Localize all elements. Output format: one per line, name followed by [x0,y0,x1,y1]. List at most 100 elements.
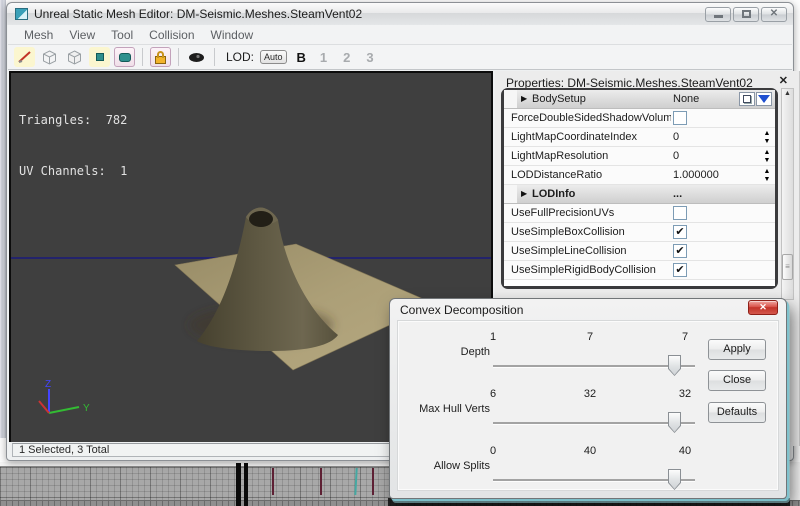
maxhull-label: Max Hull Verts [402,403,490,415]
dialog-close-button[interactable]: ✕ [748,300,778,315]
properties-scrollbar[interactable]: ▲ ≡ [781,88,794,300]
spinner-up-icon[interactable]: ▲ [764,149,771,157]
lock-icon [155,56,166,64]
depth-slider-thumb[interactable] [668,355,681,376]
number-spinner[interactable]: ▲▼ [761,148,773,165]
camera-lock-button[interactable] [150,47,171,67]
show-uv-overlay-button[interactable] [186,47,207,67]
maxhull-min-label: 6 [478,388,508,400]
spinner-down-icon[interactable]: ▼ [764,138,771,146]
property-row-forcedoublesided[interactable]: ForceDoubleSidedShadowVolume [504,109,775,128]
depth-value-label: 7 [670,331,700,343]
property-row-usefullprecisionuvs[interactable]: UseFullPrecisionUVs [504,204,775,223]
eye-icon [188,52,205,63]
show-convex-hull-button[interactable] [114,47,135,67]
property-grid: ▶ BodySetup None ForceDoubleSidedShadowV… [501,88,778,289]
property-row-usesimpleboxcollision[interactable]: UseSimpleBoxCollision ✔ [504,223,775,242]
toolbar-separator [178,48,179,66]
depth-slider-track[interactable] [493,365,695,367]
lod-1-button[interactable]: 1 [320,50,327,65]
close-button[interactable]: ✕ [761,7,787,22]
viewport-stats: Triangles: 782 UV Channels: 1 [19,78,127,214]
toolbar: LOD: Auto B 1 2 3 [8,45,792,70]
properties-close-icon[interactable]: ✕ [779,74,788,87]
allowsplits-slider-track[interactable] [493,479,695,481]
lod-3-button[interactable]: 3 [366,50,373,65]
property-row-loddistanceratio[interactable]: LODDistanceRatio 1.000000 ▲▼ [504,166,775,185]
checkbox[interactable] [673,111,687,125]
number-spinner[interactable]: ▲▼ [761,129,773,146]
number-spinner[interactable]: ▲▼ [761,167,773,184]
menubar: Mesh View Tool Collision Window [8,25,792,45]
defaults-button[interactable]: Defaults [708,402,766,423]
depth-mid-label: 7 [575,331,605,343]
expand-arrow-icon[interactable]: ▶ [521,189,527,198]
dialog-title: Convex Decomposition [400,303,523,317]
maxhull-slider-thumb[interactable] [668,412,681,433]
curve-line-red [272,468,274,495]
property-row-usesimplelinecollision[interactable]: UseSimpleLineCollision ✔ [504,242,775,261]
checkbox[interactable] [673,206,687,220]
maxhull-slider-track[interactable] [493,422,695,424]
spinner-down-icon[interactable]: ▼ [764,157,771,165]
background-panel-corner [786,462,800,500]
allowsplits-label: Allow Splits [402,460,490,472]
spinner-up-icon[interactable]: ▲ [764,168,771,176]
checkbox[interactable]: ✔ [673,244,687,258]
apply-button[interactable]: Apply [708,339,766,360]
dialog-content: 1 7 7 Depth 6 32 32 Max Hull Verts 0 40 … [397,320,779,491]
lod-auto-button[interactable]: Auto [260,50,287,64]
spinner-down-icon[interactable]: ▼ [764,176,771,184]
crater-opening [249,211,273,227]
menu-window[interactable]: Window [211,28,254,42]
property-row-bodysetup[interactable]: ▶ BodySetup None [504,90,775,109]
show-collision-button[interactable] [89,47,110,67]
depth-min-label: 1 [478,331,508,343]
menu-tool[interactable]: Tool [111,28,133,42]
convex-decomposition-dialog[interactable]: Convex Decomposition ✕ 1 7 7 Depth 6 32 … [389,298,787,499]
window-controls: ✕ [705,7,787,22]
class-dropdown-button[interactable] [756,92,772,106]
maxhull-mid-label: 32 [575,388,605,400]
property-row-lightmapresolution[interactable]: LightMapResolution 0 ▲▼ [504,147,775,166]
depth-label: Depth [402,346,490,358]
minimize-button[interactable] [705,7,731,22]
expand-arrow-icon[interactable]: ▶ [521,94,527,103]
scroll-up-icon[interactable]: ▲ [782,90,793,97]
axis-y-label: Y [83,403,90,414]
solid-view-button[interactable] [64,47,85,67]
uv-channels-stat: UV Channels: 1 [19,163,127,180]
grid-divider-bar [244,463,248,506]
minimize-icon [714,15,723,18]
toolbar-separator [142,48,143,66]
allowsplits-slider-thumb[interactable] [668,469,681,490]
grid-divider-bar [236,463,241,506]
checkbox[interactable]: ✔ [673,263,687,277]
menu-collision[interactable]: Collision [149,28,194,42]
spinner-up-icon[interactable]: ▲ [764,130,771,138]
lod-2-button[interactable]: 2 [343,50,350,65]
lod-base-button[interactable]: B [297,50,306,65]
menu-mesh[interactable]: Mesh [24,28,53,42]
checkbox[interactable]: ✔ [673,225,687,239]
allowsplits-mid-label: 40 [575,445,605,457]
property-row-lightmapcoordinateindex[interactable]: LightMapCoordinateIndex 0 ▲▼ [504,128,775,147]
wireframe-view-button[interactable] [39,47,60,67]
convex-hull-icon [119,53,131,62]
maxhull-value-label: 32 [670,388,700,400]
titlebar[interactable]: Unreal Static Mesh Editor: DM-Seismic.Me… [7,3,793,25]
realtime-pencil-button[interactable] [14,47,35,67]
property-row-lodinfo[interactable]: ▶ LODInfo ... [504,185,775,204]
close-button[interactable]: Close [708,370,766,391]
axis-gizmo: Z Y [39,379,90,414]
allowsplits-min-label: 0 [478,445,508,457]
screen: Unreal Static Mesh Editor: DM-Seismic.Me… [0,0,800,506]
property-row-usesimplerigidbodycollision[interactable]: UseSimpleRigidBodyCollision ✔ [504,261,775,280]
maximize-button[interactable] [733,7,759,22]
menu-view[interactable]: View [69,28,95,42]
new-object-button[interactable] [739,92,755,106]
close-icon: ✕ [770,9,778,19]
scrollbar-thumb[interactable]: ≡ [782,254,793,280]
new-object-icon [743,95,751,103]
lod-label: LOD: [226,50,254,64]
